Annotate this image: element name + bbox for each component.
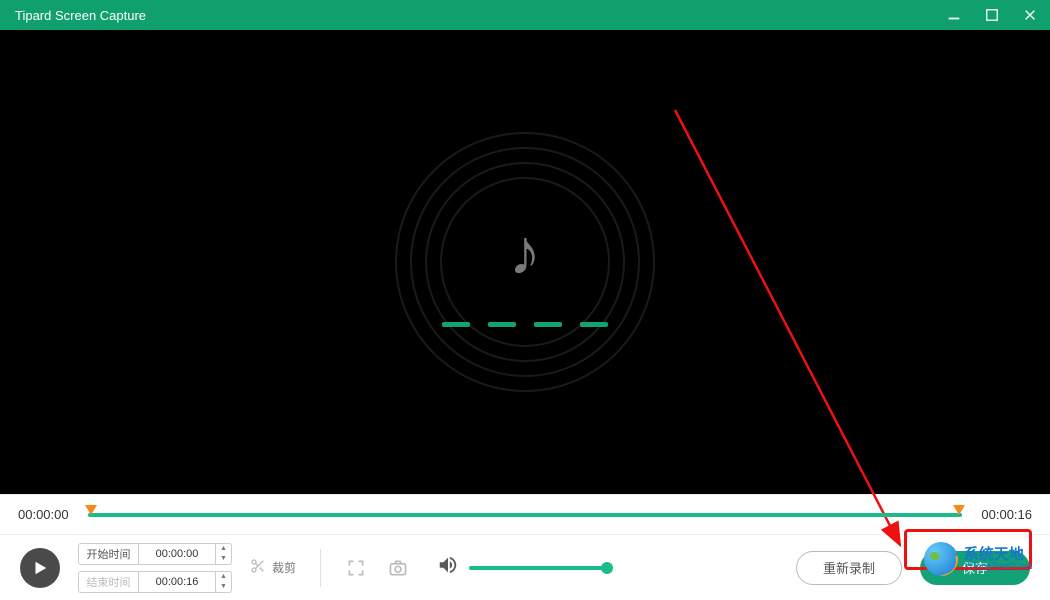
time-input-group: 开始时间 00:00:00 ▲▼ 结束时间 00:00:16 ▲▼ xyxy=(78,543,232,593)
audio-placeholder: ♪ xyxy=(375,112,675,412)
volume-slider[interactable] xyxy=(469,566,609,570)
app-title: Tipard Screen Capture xyxy=(15,8,146,23)
start-time-input[interactable]: 00:00:00 xyxy=(138,543,216,565)
app-title-wrap: Tipard Screen Capture xyxy=(15,8,146,23)
controls-bar: 开始时间 00:00:00 ▲▼ 结束时间 00:00:16 ▲▼ 裁剪 xyxy=(0,534,1050,600)
tool-icons xyxy=(345,557,409,579)
watermark-text-en: XiTongTianDi.net xyxy=(964,562,1032,571)
scissors-icon[interactable] xyxy=(250,558,266,577)
timeline-marker-start[interactable] xyxy=(85,505,97,515)
end-time-spinner[interactable]: ▲▼ xyxy=(216,571,232,593)
play-icon xyxy=(31,559,49,577)
timeline-end-label: 00:00:16 xyxy=(972,507,1032,522)
window-controls xyxy=(944,5,1040,25)
end-time-label: 结束时间 xyxy=(78,571,138,593)
equalizer-dashes xyxy=(442,322,608,327)
watermark-text-cn: 系统天地 xyxy=(964,547,1032,562)
play-button[interactable] xyxy=(20,548,60,588)
maximize-icon[interactable] xyxy=(982,5,1002,25)
timeline-start-label: 00:00:00 xyxy=(18,507,78,522)
trim-section: 裁剪 xyxy=(250,558,296,577)
volume-thumb[interactable] xyxy=(601,562,613,574)
volume-section xyxy=(437,554,609,581)
re-record-button[interactable]: 重新录制 xyxy=(796,551,902,585)
app-window: Tipard Screen Capture ♪ xyxy=(0,0,1050,600)
titlebar[interactable]: Tipard Screen Capture xyxy=(0,0,1050,30)
speaker-icon[interactable] xyxy=(437,554,459,581)
start-time-label: 开始时间 xyxy=(78,543,138,565)
watermark-globe-icon xyxy=(924,542,958,576)
timeline-marker-end[interactable] xyxy=(953,505,965,515)
end-time-input[interactable]: 00:00:16 xyxy=(138,571,216,593)
fullscreen-icon[interactable] xyxy=(345,557,367,579)
watermark: 系统天地 XiTongTianDi.net xyxy=(924,542,1032,576)
preview-area[interactable]: ♪ xyxy=(0,30,1050,494)
timeline-row: 00:00:00 00:00:16 xyxy=(0,494,1050,534)
end-time-row: 结束时间 00:00:16 ▲▼ xyxy=(78,571,232,593)
camera-icon[interactable] xyxy=(387,557,409,579)
divider xyxy=(320,549,321,587)
timeline-track[interactable] xyxy=(88,508,962,522)
music-note-icon: ♪ xyxy=(509,215,541,289)
trim-label[interactable]: 裁剪 xyxy=(272,559,296,576)
start-time-spinner[interactable]: ▲▼ xyxy=(216,543,232,565)
start-time-row: 开始时间 00:00:00 ▲▼ xyxy=(78,543,232,565)
close-icon[interactable] xyxy=(1020,5,1040,25)
minimize-icon[interactable] xyxy=(944,5,964,25)
